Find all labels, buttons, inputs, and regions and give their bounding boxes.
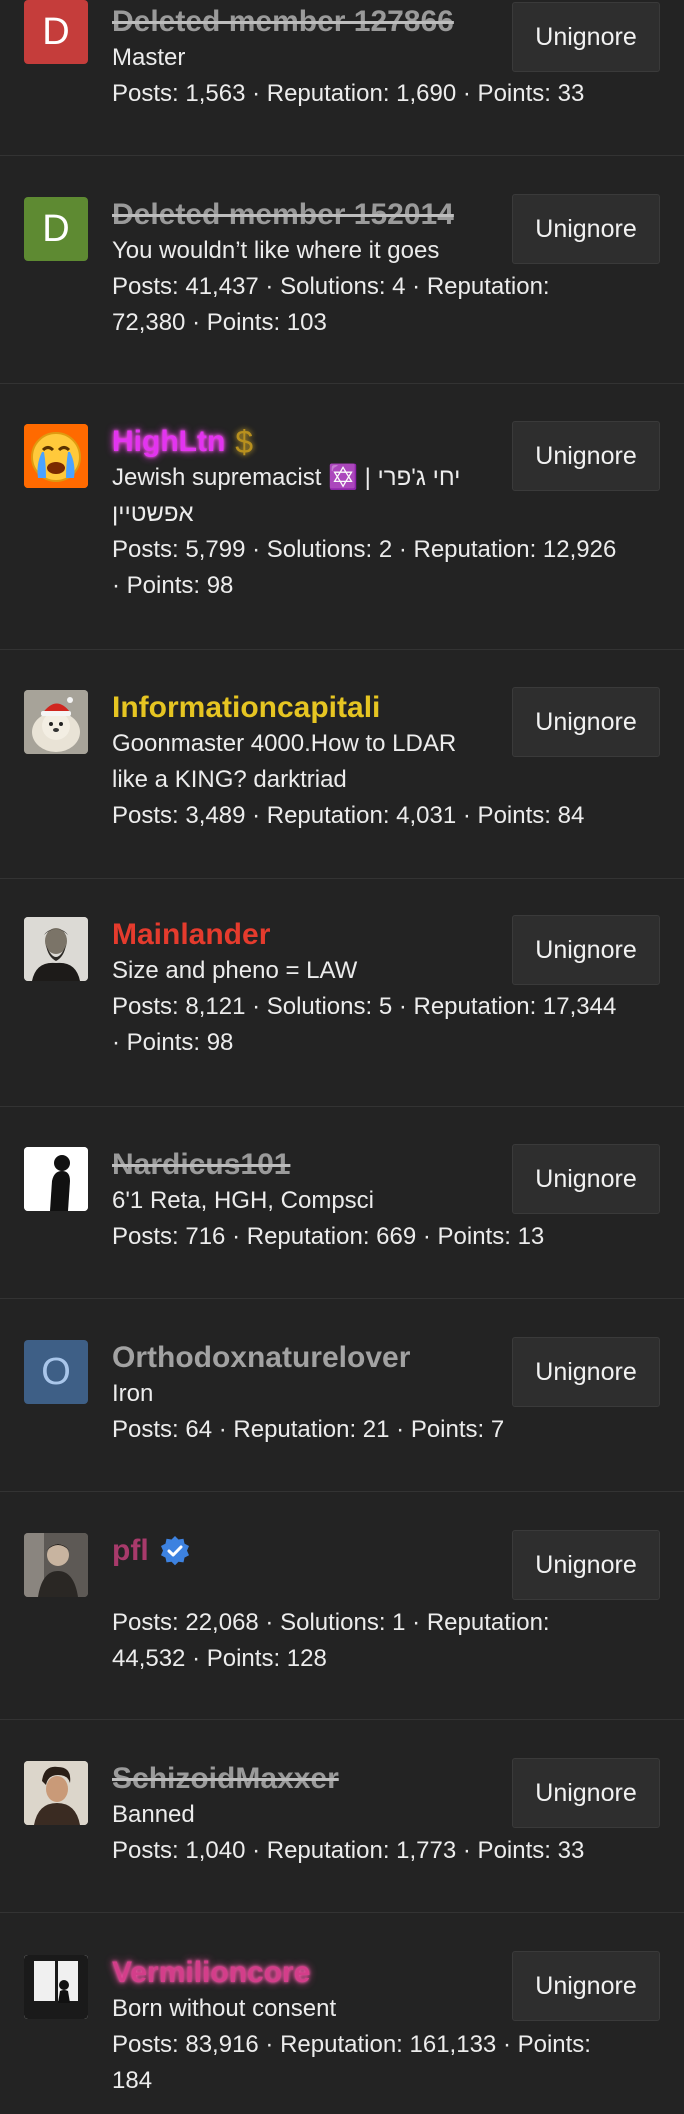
user-stats: Posts: 41,437 · Solutions: 4 · Reputatio…: [112, 273, 550, 300]
username: SchizoidMaxxer: [112, 1762, 339, 1795]
member-row: SchizoidMaxxer Banned Posts: 1,040 · Rep…: [0, 1720, 684, 1913]
user-stats: Posts: 64 · Reputation: 21 · Points: 7: [112, 1416, 505, 1443]
unignore-button[interactable]: Unignore: [512, 915, 660, 985]
member-row: O Orthodoxnaturelover Iron Posts: 64 · R…: [0, 1299, 684, 1492]
unignore-button[interactable]: Unignore: [512, 687, 660, 757]
username: pfl: [112, 1534, 149, 1567]
member-row: Informationcapitali Goonmaster 4000.How …: [0, 650, 684, 879]
member-row: HighLtn $ Jewish supremacist ✡️ | יחי ג'…: [0, 384, 684, 650]
avatar[interactable]: D: [24, 0, 88, 64]
member-row: Vermilioncore Born without consent Posts…: [0, 1913, 684, 2114]
crying-face-avatar[interactable]: [24, 424, 88, 488]
user-stats-cont: 72,380 · Points: 103: [112, 309, 327, 336]
user-stats: Posts: 1,563 · Reputation: 1,690 · Point…: [112, 80, 585, 107]
user-stats: Posts: 716 · Reputation: 669 · Points: 1…: [112, 1223, 545, 1250]
dollar-sign-icon: $: [235, 424, 254, 460]
verified-check-icon: [159, 1535, 191, 1567]
user-stats: Posts: 5,799 · Solutions: 2 · Reputation…: [112, 536, 617, 563]
username: Informationcapitali: [112, 691, 381, 724]
member-row: D Deleted member 127866 Master Posts: 1,…: [0, 0, 684, 156]
username: HighLtn: [112, 425, 226, 458]
avatar[interactable]: D: [24, 197, 88, 261]
silhouette-avatar[interactable]: [24, 1147, 88, 1211]
unignore-button[interactable]: Unignore: [512, 1144, 660, 1214]
user-title-cont: אפשטיין: [112, 500, 194, 527]
avatar-letter: D: [42, 207, 70, 250]
user-stats: Posts: 22,068 · Solutions: 1 · Reputatio…: [112, 1609, 550, 1636]
unignore-button[interactable]: Unignore: [512, 1337, 660, 1407]
user-stats: Posts: 8,121 · Solutions: 5 · Reputation…: [112, 993, 617, 1020]
man-portrait-avatar[interactable]: [24, 1761, 88, 1825]
username: Deleted member 152014: [112, 198, 454, 231]
bearded-man-portrait-avatar[interactable]: [24, 917, 88, 981]
unignore-button[interactable]: Unignore: [512, 421, 660, 491]
avatar[interactable]: O: [24, 1340, 88, 1404]
user-stats-cont: 184: [112, 2067, 153, 2094]
user-stats: Posts: 1,040 · Reputation: 1,773 · Point…: [112, 1837, 585, 1864]
avatar-letter: O: [41, 1350, 71, 1393]
member-row: Nardicus101 6'1 Reta, HGH, Compsci Posts…: [0, 1107, 684, 1299]
avatar-letter: D: [42, 10, 70, 53]
member-row: D Deleted member 152014 You wouldn’t lik…: [0, 156, 684, 384]
member-row: Mainlander Size and pheno = LAW Posts: 8…: [0, 879, 684, 1107]
unignore-button[interactable]: Unignore: [512, 2, 660, 72]
user-stats: Posts: 83,916 · Reputation: 161,133 · Po…: [112, 2031, 591, 2058]
username: Nardicus101: [112, 1148, 291, 1181]
unignore-button[interactable]: Unignore: [512, 194, 660, 264]
username: Deleted member 127866: [112, 5, 454, 38]
unignore-button[interactable]: Unignore: [512, 1758, 660, 1828]
user-stats: Posts: 3,489 · Reputation: 4,031 · Point…: [112, 802, 585, 829]
window-silhouette-avatar[interactable]: [24, 1955, 88, 2019]
user-stats-cont: · Points: 98: [112, 1029, 234, 1056]
unignore-button[interactable]: Unignore: [512, 1530, 660, 1600]
user-title-cont: like a KING? darktriad: [112, 766, 347, 793]
unignore-button[interactable]: Unignore: [512, 1951, 660, 2021]
santa-dog-avatar[interactable]: [24, 690, 88, 754]
username: Vermilioncore: [112, 1956, 311, 1989]
user-stats-cont: 44,532 · Points: 128: [112, 1645, 327, 1672]
username: Orthodoxnaturelover: [112, 1341, 411, 1374]
username: Mainlander: [112, 918, 271, 951]
man-photo-avatar[interactable]: [24, 1533, 88, 1597]
user-stats-cont: · Points: 98: [112, 572, 234, 599]
member-row: pfl Posts: 22,068 · Solutions: 1 · Reput…: [0, 1492, 684, 1720]
